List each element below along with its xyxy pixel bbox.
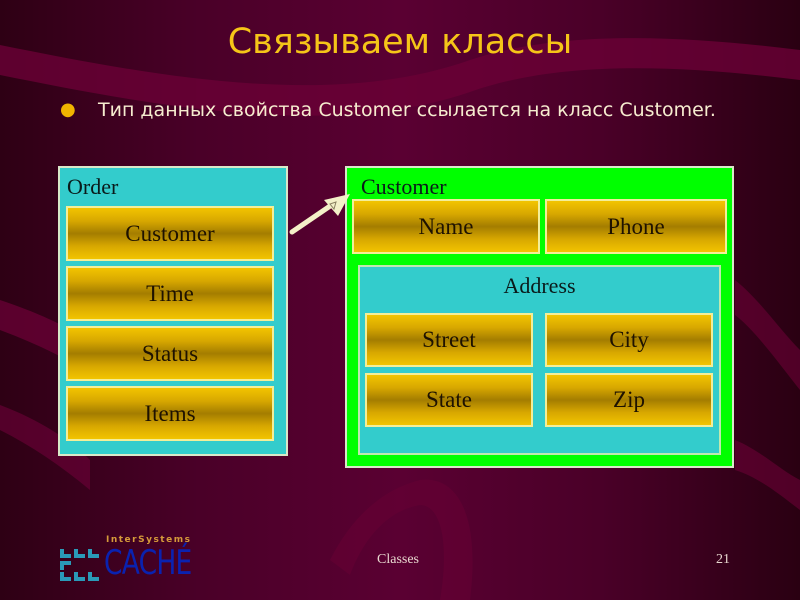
customer-property-phone: Phone	[545, 199, 727, 254]
bullet-point: ● Тип данных свойства Customer ссылается…	[60, 96, 720, 124]
footer-title: Classes	[377, 552, 419, 567]
order-property-time: Time	[66, 266, 274, 321]
address-property-zip: Zip	[545, 373, 713, 427]
logo-brand-big: CACHÉ	[104, 543, 192, 583]
reference-arrow-icon	[289, 194, 350, 235]
order-class-label: Order	[67, 174, 119, 199]
order-property-status: Status	[66, 326, 274, 381]
intersystems-cache-logo: InterSystems CACHÉ	[58, 535, 198, 585]
address-class-label: Address	[503, 273, 576, 298]
customer-class-label: Customer	[361, 174, 447, 199]
customer-property-name: Name	[352, 199, 540, 254]
bullet-icon: ●	[60, 99, 76, 120]
intersystems-logo-icon	[60, 549, 99, 581]
address-property-city: City	[545, 313, 713, 367]
page-number: 21	[716, 552, 730, 567]
slide-title: Связываем классы	[227, 22, 573, 62]
bullet-text: Тип данных свойства Customer ссылается н…	[98, 99, 716, 121]
address-property-street: Street	[365, 313, 533, 367]
address-property-state: State	[365, 373, 533, 427]
order-property-items: Items	[66, 386, 274, 441]
order-property-customer: Customer	[66, 206, 274, 261]
